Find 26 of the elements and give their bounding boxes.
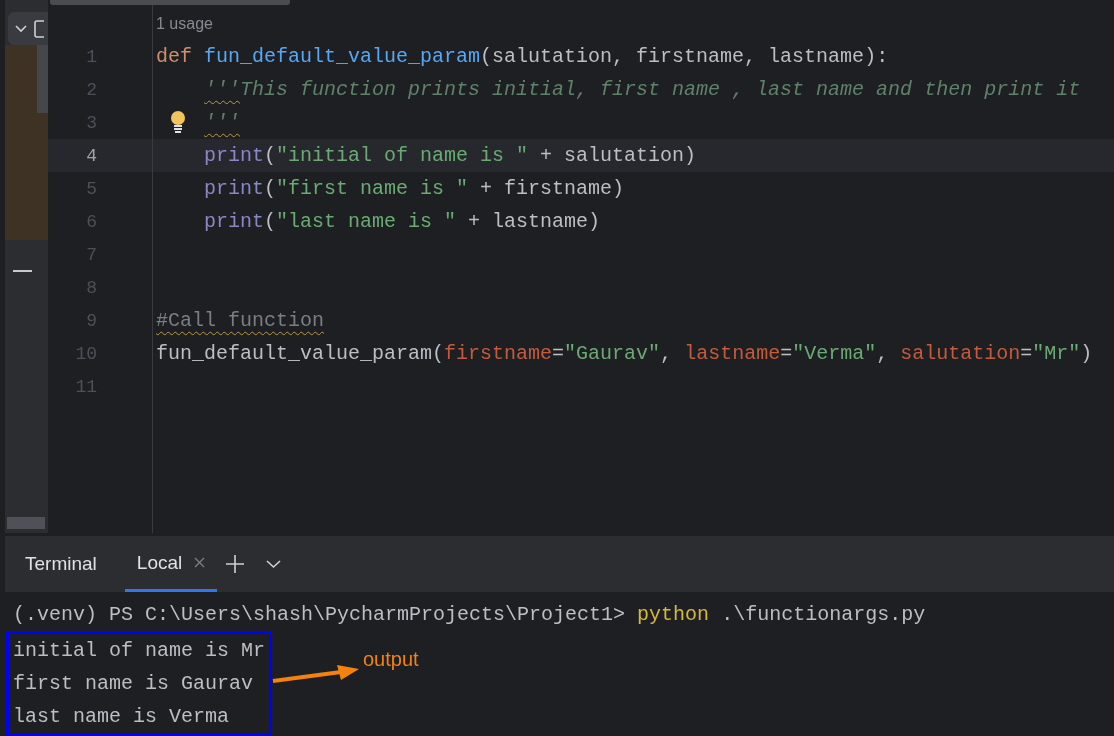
- folder-icon: [34, 19, 44, 38]
- code-line: #Call function: [156, 308, 325, 333]
- panel-title: Terminal: [25, 553, 97, 575]
- terminal-command: (.venv) PS C:\Users\shash\PycharmProjects\Project1> python .\functionargs.py: [13, 602, 927, 628]
- terminal-tab[interactable]: Local: [124, 536, 218, 592]
- arrow-icon: [271, 664, 361, 686]
- output-line: initial of name is Mr: [13, 638, 267, 664]
- scrollbar-thumb[interactable]: [50, 0, 290, 5]
- code-line: fun_default_value_param(firstname="Gaurav", lastname="Verma", salutation="Mr"): [156, 341, 1093, 366]
- code-line: print("first name is " + firstname): [204, 176, 625, 201]
- usage-hint[interactable]: 1 usage: [156, 14, 213, 33]
- lightbulb-icon[interactable]: [170, 111, 186, 133]
- scrollbar-thumb[interactable]: [7, 517, 45, 529]
- code-line: print("last name is " + lastname): [204, 209, 601, 234]
- tree-node[interactable]: [8, 12, 48, 45]
- line-number: 4: [86, 145, 97, 166]
- code-line: '''This function prints initial, first name , last name and then print it: [204, 77, 1081, 102]
- close-icon[interactable]: [194, 557, 206, 568]
- chevron-down-icon: [14, 23, 28, 34]
- code-line: print("initial of name is " + salutation): [204, 143, 697, 168]
- annotation-label: output: [363, 648, 419, 671]
- scroll-grip: [37, 45, 48, 113]
- code-line: def fun_default_value_param(salutation, firstname, lastname):: [156, 44, 889, 69]
- output-line: last name is Verma: [13, 704, 231, 730]
- code-line: ''': [204, 110, 240, 135]
- output-line: first name is Gaurav: [13, 671, 255, 697]
